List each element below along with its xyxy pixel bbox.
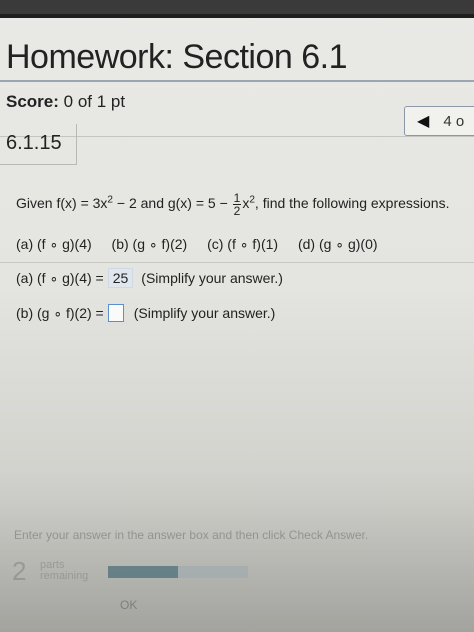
question-number: 6.1.15 — [6, 132, 62, 154]
score-value: 0 of 1 pt — [63, 92, 126, 111]
answer-a-label: (a) (f ∘ g)(4) = — [16, 269, 104, 286]
question-prompt: Given f(x) = 3x2 − 2 and g(x) = 5 − 1 2 x2… — [16, 192, 449, 217]
parts-remaining-label: parts remaining — [40, 560, 88, 582]
question-position: 4 o — [443, 112, 465, 130]
question-navigator[interactable]: ◀ 4 o — [404, 106, 474, 136]
fraction-denominator: 2 — [233, 204, 241, 218]
part-c: (c) (f ∘ f)(1) — [207, 236, 279, 252]
answer-a-hint: (Simplify your answer.) — [141, 270, 283, 286]
answer-b-input[interactable] — [107, 304, 124, 322]
answer-row-a: (a) (f ∘ g)(4) = 25 (Simplify your answe… — [16, 268, 283, 288]
header-rule — [0, 14, 474, 18]
part-d: (d) (g ∘ g)(0) — [297, 236, 378, 252]
score-label: Score: — [6, 92, 59, 111]
fraction-half: 12 — [232, 192, 242, 218]
prompt-end: , find the following expressions. — [254, 195, 450, 212]
progress-fill — [108, 566, 178, 578]
instruction-text: Enter your answer in the answer box and … — [14, 528, 369, 542]
answers-divider — [0, 262, 474, 263]
part-list: (a) (f ∘ g)(4) (b) (g ∘ f)(2) (c) (f ∘ f… — [16, 236, 394, 253]
photo-shadow — [0, 470, 474, 632]
answer-b-hint: (Simplify your answer.) — [133, 305, 276, 321]
parts-remaining-count: 2 — [12, 556, 27, 586]
prompt-start: Given f(x) = 3x — [16, 195, 108, 212]
remaining-word: remaining — [40, 570, 89, 582]
answer-a-value[interactable]: 25 — [107, 268, 134, 288]
page-title: Homework: Section 6.1 — [6, 38, 348, 76]
homework-page: Homework: Section 6.1 Score: 0 of 1 pt ◀… — [0, 0, 474, 632]
answer-row-b: (b) (g ∘ f)(2) = (Simplify your answer.) — [16, 304, 275, 322]
score-divider — [0, 80, 474, 82]
triangle-left-icon[interactable]: ◀ — [417, 111, 429, 131]
score-line: Score: 0 of 1 pt — [6, 92, 125, 112]
browser-top-strip — [0, 0, 474, 14]
prompt-mid: − 2 and g(x) = 5 − — [112, 195, 232, 212]
part-a: (a) (f ∘ g)(4) — [16, 236, 92, 252]
ok-button[interactable]: OK — [120, 598, 137, 612]
part-b: (b) (g ∘ f)(2) — [111, 236, 188, 252]
answer-b-label: (b) (g ∘ f)(2) = — [16, 304, 104, 321]
parts-progress-bar — [108, 566, 248, 578]
